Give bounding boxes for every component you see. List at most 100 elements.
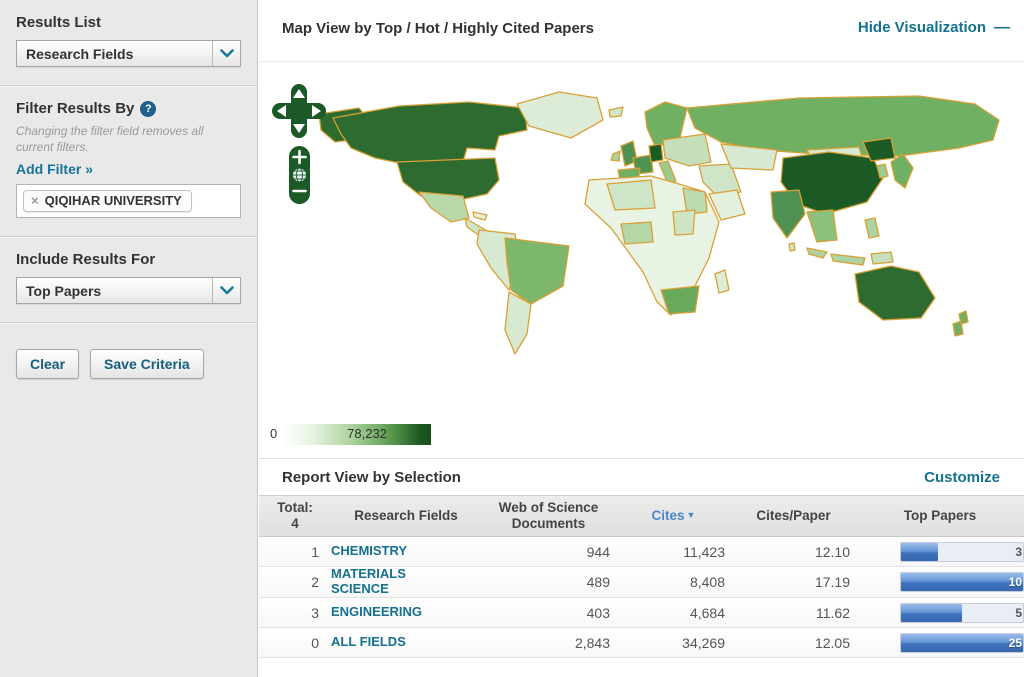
region-southeast-asia[interactable]	[807, 210, 837, 242]
filter-section: Filter Results By ? Changing the filter …	[0, 86, 257, 237]
row-cites: 4,684	[616, 605, 731, 621]
row-field-link[interactable]: ALL FIELDS	[331, 635, 481, 650]
table-row: 0 ALL FIELDS 2,843 34,269 12.05 25	[259, 628, 1024, 658]
col-header-cites-per-paper: Cites/Paper	[731, 504, 856, 528]
country-indonesia[interactable]	[831, 254, 865, 265]
save-criteria-button[interactable]: Save Criteria	[90, 349, 204, 379]
include-results-select[interactable]: Top Papers	[16, 277, 241, 304]
country-argentina[interactable]	[505, 292, 531, 354]
top-papers-bar: 5	[900, 603, 1024, 623]
filters-sidebar: Results List Research Fields Filter Resu…	[0, 0, 258, 677]
row-docs: 2,843	[481, 635, 616, 651]
remove-filter-icon[interactable]: ×	[31, 193, 39, 208]
country-nigeria[interactable]	[621, 222, 653, 244]
row-cites-per-paper: 11.62	[731, 605, 856, 621]
map-color-legend: 0 78,232	[267, 424, 431, 445]
globe-icon[interactable]	[293, 168, 307, 182]
region-eastern-europe[interactable]	[663, 134, 711, 166]
table-row: 3 ENGINEERING 403 4,684 11.62 5	[259, 598, 1024, 628]
row-rank: 0	[259, 635, 331, 651]
filter-note: Changing the filter field removes all cu…	[16, 124, 241, 155]
col-header-total: Total: 4	[259, 496, 331, 536]
country-japan[interactable]	[891, 154, 913, 188]
col-header-cites[interactable]: Cites▼	[616, 504, 731, 528]
table-row: 1 CHEMISTRY 944 11,423 12.10 3	[259, 537, 1024, 567]
country-sri-lanka[interactable]	[789, 243, 795, 251]
active-filters-box: × QIQIHAR UNIVERSITY	[16, 184, 241, 218]
world-map-countries[interactable]	[319, 92, 999, 354]
col-header-wos-documents: Web of Science Documents	[481, 496, 616, 536]
chevron-down-icon[interactable]	[212, 278, 240, 303]
hide-visualization-link[interactable]: Hide Visualization —	[858, 19, 1010, 36]
row-field-link[interactable]: CHEMISTRY	[331, 544, 481, 559]
row-field-link[interactable]: MATERIALS SCIENCE	[331, 567, 481, 597]
top-papers-bar: 3	[900, 542, 1024, 562]
country-malaysia[interactable]	[807, 248, 827, 258]
col-header-top-papers: Top Papers	[856, 504, 1024, 528]
row-cites: 34,269	[616, 635, 731, 651]
legend-min-value: 0	[270, 426, 277, 441]
country-madagascar[interactable]	[715, 270, 729, 293]
row-docs: 403	[481, 605, 616, 621]
report-view-title: Report View by Selection	[282, 469, 461, 486]
country-philippines[interactable]	[865, 218, 879, 238]
country-germany[interactable]	[649, 144, 663, 162]
country-iceland[interactable]	[609, 107, 623, 117]
map-pan-control[interactable]	[272, 84, 326, 138]
customize-link[interactable]: Customize	[924, 469, 1000, 486]
row-cites-per-paper: 12.10	[731, 544, 856, 560]
actions-section: Clear Save Criteria	[0, 323, 257, 397]
results-list-value: Research Fields	[26, 46, 133, 62]
row-docs: 489	[481, 574, 616, 590]
col-header-research-fields: Research Fields	[331, 504, 481, 528]
minimize-icon: —	[994, 20, 1010, 36]
help-icon[interactable]: ?	[140, 101, 156, 117]
top-papers-bar: 25	[900, 633, 1024, 653]
country-brazil[interactable]	[505, 238, 569, 304]
top-papers-bar: 10	[900, 572, 1024, 592]
sort-desc-icon[interactable]: ▼	[687, 510, 696, 520]
country-australia[interactable]	[855, 266, 935, 320]
filter-by-label: Filter Results By	[16, 100, 134, 117]
filter-tag-label: QIQIHAR UNIVERSITY	[45, 193, 182, 208]
row-rank: 2	[259, 574, 331, 590]
row-field-link[interactable]: ENGINEERING	[331, 605, 481, 620]
hide-visualization-label: Hide Visualization	[858, 19, 986, 36]
legend-max-value: 78,232	[347, 426, 387, 441]
row-cites-per-paper: 17.19	[731, 574, 856, 590]
table-header-row: Total: 4 Research Fields Web of Science …	[259, 495, 1024, 537]
map-header: Map View by Top / Hot / Highly Cited Pap…	[259, 0, 1024, 62]
clear-button[interactable]: Clear	[16, 349, 79, 379]
include-results-value: Top Papers	[26, 283, 101, 299]
map-view-title: Map View by Top / Hot / Highly Cited Pap…	[282, 20, 594, 37]
chevron-down-icon[interactable]	[212, 41, 240, 66]
row-docs: 944	[481, 544, 616, 560]
include-results-label: Include Results For	[16, 251, 241, 268]
world-map-svg[interactable]	[259, 62, 1024, 422]
country-india[interactable]	[771, 190, 805, 238]
row-rank: 1	[259, 544, 331, 560]
country-mexico[interactable]	[419, 192, 469, 222]
results-list-section: Results List Research Fields	[0, 0, 257, 86]
country-greenland[interactable]	[517, 92, 603, 138]
row-cites: 8,408	[616, 574, 731, 590]
country-ireland[interactable]	[611, 151, 620, 161]
map-zoom-control[interactable]	[289, 146, 310, 204]
filter-tag[interactable]: × QIQIHAR UNIVERSITY	[23, 190, 192, 212]
country-cuba[interactable]	[473, 212, 487, 220]
row-cites: 11,423	[616, 544, 731, 560]
report-header: Report View by Selection Customize	[259, 459, 1024, 495]
country-papua-new-guinea[interactable]	[871, 252, 893, 264]
results-list-select[interactable]: Research Fields	[16, 40, 241, 67]
results-list-label: Results List	[16, 14, 241, 31]
world-map-visualization[interactable]	[259, 62, 1024, 422]
row-rank: 3	[259, 605, 331, 621]
include-results-section: Include Results For Top Papers	[0, 237, 257, 323]
country-new-zealand-south[interactable]	[953, 321, 963, 336]
region-north-africa[interactable]	[607, 180, 655, 210]
table-row: 2 MATERIALS SCIENCE 489 8,408 17.19 10	[259, 567, 1024, 598]
country-sudan[interactable]	[673, 210, 695, 235]
row-cites-per-paper: 12.05	[731, 635, 856, 651]
results-table: Total: 4 Research Fields Web of Science …	[259, 495, 1024, 658]
add-filter-link[interactable]: Add Filter »	[16, 161, 93, 177]
